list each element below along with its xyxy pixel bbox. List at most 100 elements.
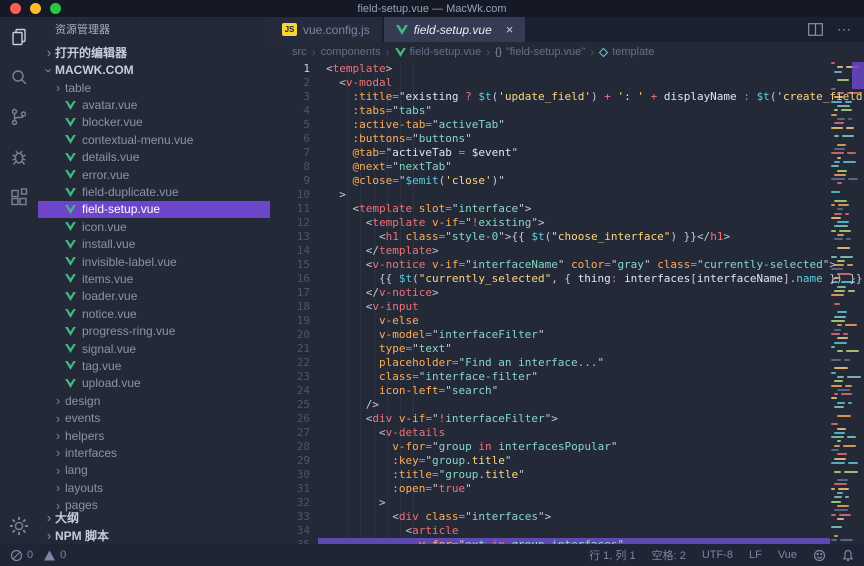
- tree-item-contextual-menu-vue[interactable]: contextual-menu.vue: [38, 131, 270, 148]
- eol-setting[interactable]: LF: [749, 549, 762, 561]
- tree-item-design[interactable]: ›design: [38, 392, 270, 409]
- extensions-icon[interactable]: [0, 177, 38, 217]
- code-line-25[interactable]: 25 />: [270, 398, 864, 412]
- tree-item-helpers[interactable]: ›helpers: [38, 427, 270, 444]
- code-line-12[interactable]: 12 <template v-if="!existing">: [270, 216, 864, 230]
- close-window-button[interactable]: [10, 3, 21, 14]
- code-line-9[interactable]: 9 @close="$emit('close')": [270, 174, 864, 188]
- cursor-position[interactable]: 行 1, 列 1: [589, 547, 635, 563]
- tab-field-setup-vue[interactable]: field-setup.vue ×: [384, 17, 526, 42]
- code-line-5[interactable]: 5 :active-tab="activeTab": [270, 118, 864, 132]
- code-line-16[interactable]: 16 {{ $t("currently_selected", { thing: …: [270, 272, 864, 286]
- tree-item-layouts[interactable]: ›layouts: [38, 479, 270, 496]
- code-line-2[interactable]: 2 <v-modal: [270, 76, 864, 90]
- npm-scripts-section[interactable]: › NPM 脚本: [38, 526, 270, 544]
- tree-item-label: loader.vue: [82, 289, 137, 303]
- root-folder-section[interactable]: › MACWK.COM: [38, 61, 270, 79]
- warnings-icon[interactable]: [43, 549, 56, 562]
- tree-item-interfaces[interactable]: ›interfaces: [38, 444, 270, 461]
- code-line-10[interactable]: 10 >: [270, 188, 864, 202]
- code-line-8[interactable]: 8 @next="nextTab": [270, 160, 864, 174]
- code-line-20[interactable]: 20 v-model="interfaceFilter": [270, 328, 864, 342]
- indentation-setting[interactable]: 空格: 2: [652, 547, 686, 563]
- tree-item-notice-vue[interactable]: notice.vue: [38, 305, 270, 322]
- source-control-icon[interactable]: [0, 97, 38, 137]
- breadcrumb-item[interactable]: field-setup.vue: [395, 46, 482, 58]
- tree-item-tag-vue[interactable]: tag.vue: [38, 357, 270, 374]
- tree-item-error-vue[interactable]: error.vue: [38, 166, 270, 183]
- code-line-31[interactable]: 31 :open="true": [270, 482, 864, 496]
- code-line-18[interactable]: 18 <v-input: [270, 300, 864, 314]
- code-line-6[interactable]: 6 :buttons="buttons": [270, 132, 864, 146]
- open-editors-section[interactable]: › 打开的编辑器: [38, 43, 270, 61]
- code-editor[interactable]: 1<template>2 <v-modal3 :title="existing …: [270, 62, 864, 544]
- explorer-icon[interactable]: [0, 17, 38, 57]
- code-line-24[interactable]: 24 icon-left="search": [270, 384, 864, 398]
- encoding-setting[interactable]: UTF-8: [702, 549, 733, 561]
- split-editor-icon[interactable]: [808, 23, 823, 36]
- tree-item-invisible-label-vue[interactable]: invisible-label.vue: [38, 253, 270, 270]
- tree-item-icon-vue[interactable]: icon.vue: [38, 218, 270, 235]
- tree-item-field-setup-vue[interactable]: field-setup.vue: [38, 201, 270, 218]
- minimap-line: [847, 264, 853, 266]
- code-line-30[interactable]: 30 :title="group.title": [270, 468, 864, 482]
- code-line-13[interactable]: 13 <h1 class="style-0">{{ $t("choose_int…: [270, 230, 864, 244]
- language-mode[interactable]: Vue: [778, 549, 797, 561]
- code-line-23[interactable]: 23 class="interface-filter": [270, 370, 864, 384]
- code-line-17[interactable]: 17 </v-notice>: [270, 286, 864, 300]
- error-count[interactable]: 0: [27, 549, 33, 561]
- tree-item-avatar-vue[interactable]: avatar.vue: [38, 96, 270, 113]
- code-line-14[interactable]: 14 </template>: [270, 244, 864, 258]
- code-line-3[interactable]: 3 :title="existing ? $t('update_field') …: [270, 90, 864, 104]
- minimap[interactable]: [830, 62, 852, 544]
- feedback-smiley-icon[interactable]: [813, 549, 826, 562]
- code-line-32[interactable]: 32 >: [270, 496, 864, 510]
- tree-item-progress-ring-vue[interactable]: progress-ring.vue: [38, 322, 270, 339]
- warning-count[interactable]: 0: [60, 549, 66, 561]
- code-line-34[interactable]: 34 <article: [270, 524, 864, 538]
- breadcrumb-item[interactable]: src: [292, 46, 307, 58]
- code-text: </v-notice>: [318, 286, 439, 300]
- code-line-15[interactable]: 15 <v-notice v-if="interfaceName" color=…: [270, 258, 864, 272]
- tree-item-lang[interactable]: ›lang: [38, 462, 270, 479]
- scrollbar-thumb[interactable]: [852, 62, 864, 89]
- tree-item-field-duplicate-vue[interactable]: field-duplicate.vue: [38, 183, 270, 200]
- tree-item-blocker-vue[interactable]: blocker.vue: [38, 114, 270, 131]
- code-line-22[interactable]: 22 placeholder="Find an interface...": [270, 356, 864, 370]
- code-line-26[interactable]: 26 <div v-if="!interfaceFilter">: [270, 412, 864, 426]
- code-line-4[interactable]: 4 :tabs="tabs": [270, 104, 864, 118]
- outline-section[interactable]: › 大纲: [38, 508, 270, 526]
- errors-icon[interactable]: [10, 549, 23, 562]
- minimize-window-button[interactable]: [30, 3, 41, 14]
- breadcrumb-item[interactable]: template: [599, 46, 654, 58]
- code-line-29[interactable]: 29 :key="group.title": [270, 454, 864, 468]
- code-line-1[interactable]: 1<template>: [270, 62, 864, 76]
- tree-item-details-vue[interactable]: details.vue: [38, 149, 270, 166]
- code-line-21[interactable]: 21 type="text": [270, 342, 864, 356]
- npm-scripts-label: NPM 脚本: [55, 527, 109, 544]
- search-icon[interactable]: [0, 57, 38, 97]
- tab-vue-config-js[interactable]: JS vue.config.js: [270, 17, 382, 42]
- more-actions-icon[interactable]: ⋯: [837, 21, 852, 38]
- tree-item-loader-vue[interactable]: loader.vue: [38, 288, 270, 305]
- minimap-line: [838, 488, 849, 490]
- breadcrumb-item[interactable]: {}"field-setup.vue": [495, 46, 585, 58]
- code-line-19[interactable]: 19 v-else: [270, 314, 864, 328]
- tree-item-signal-vue[interactable]: signal.vue: [38, 340, 270, 357]
- close-tab-icon[interactable]: ×: [506, 22, 514, 37]
- tree-item-events[interactable]: ›events: [38, 409, 270, 426]
- notifications-bell-icon[interactable]: [842, 549, 854, 562]
- tree-item-install-vue[interactable]: install.vue: [38, 236, 270, 253]
- tree-item-upload-vue[interactable]: upload.vue: [38, 375, 270, 392]
- code-line-11[interactable]: 11 <template slot="interface">: [270, 202, 864, 216]
- tree-item-items-vue[interactable]: items.vue: [38, 270, 270, 287]
- settings-gear-icon[interactable]: [0, 508, 38, 544]
- breadcrumb-item[interactable]: components: [321, 46, 381, 58]
- code-line-28[interactable]: 28 v-for="group in interfacesPopular": [270, 440, 864, 454]
- debug-icon[interactable]: [0, 137, 38, 177]
- tree-item-table[interactable]: ›table: [38, 79, 270, 96]
- code-line-7[interactable]: 7 @tab="activeTab = $event": [270, 146, 864, 160]
- code-line-27[interactable]: 27 <v-details: [270, 426, 864, 440]
- zoom-window-button[interactable]: [50, 3, 61, 14]
- code-line-33[interactable]: 33 <div class="interfaces">: [270, 510, 864, 524]
